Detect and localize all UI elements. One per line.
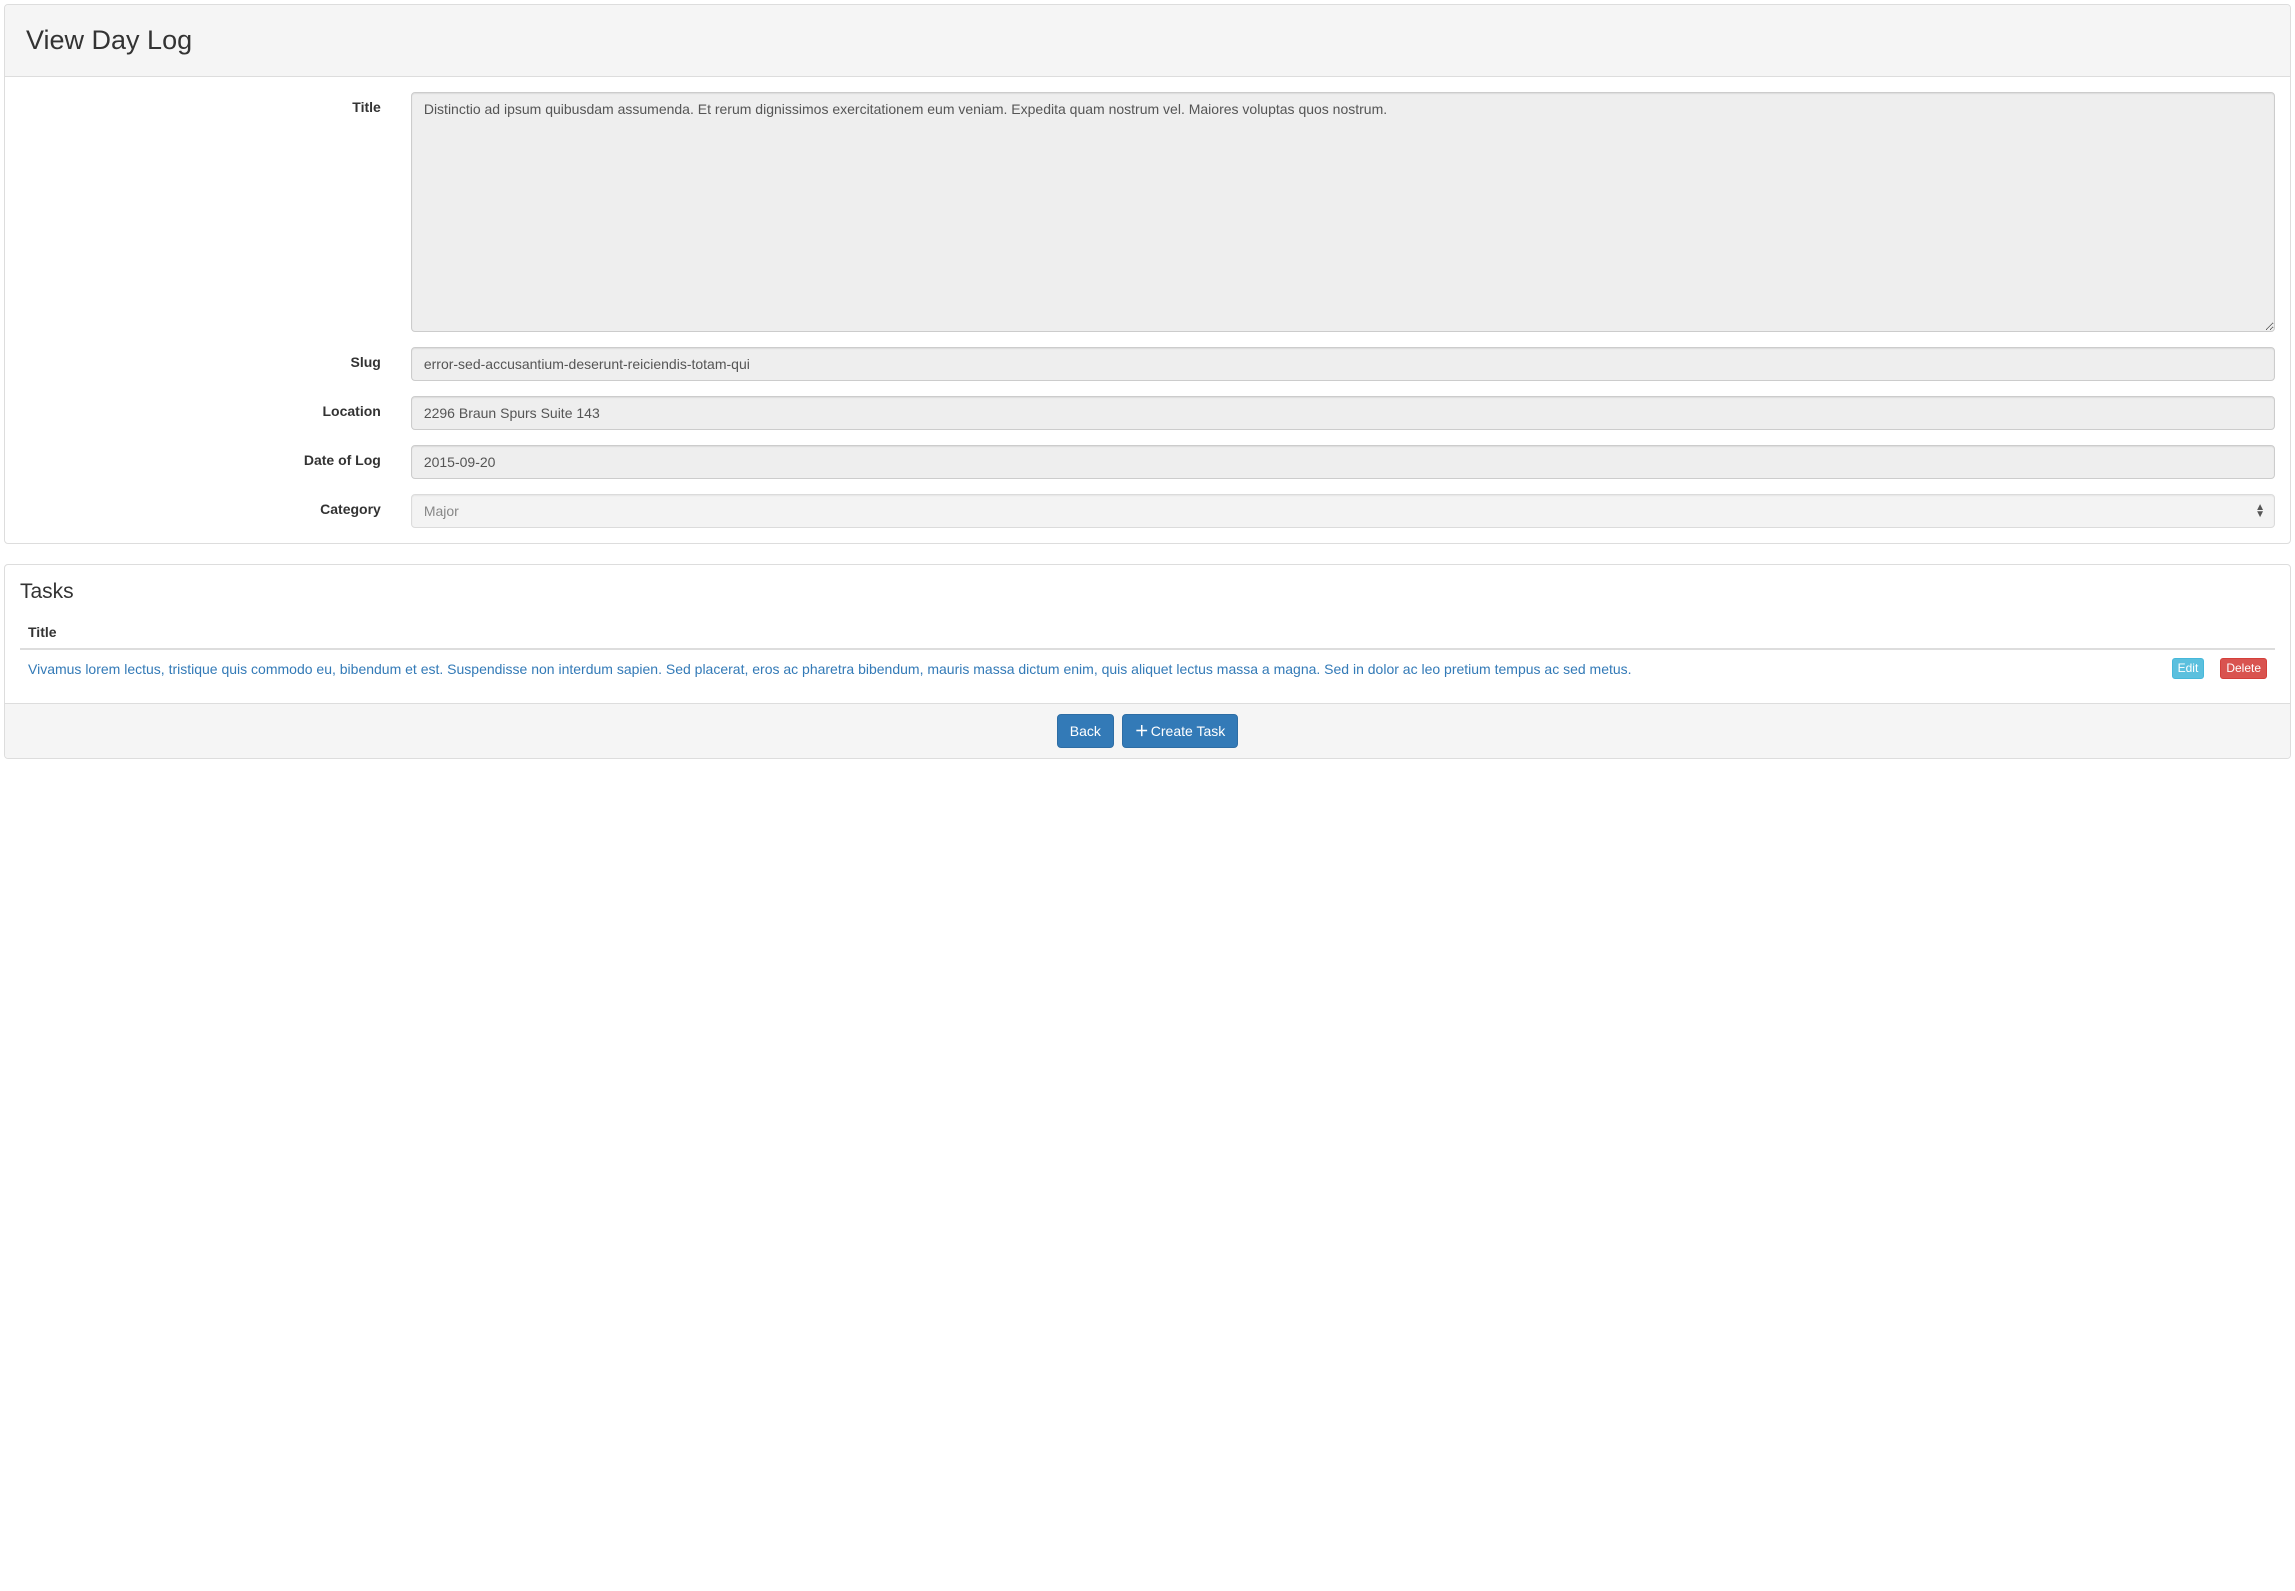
date-field [411, 445, 2275, 479]
page-title: View Day Log [26, 25, 2275, 56]
label-title: Title [20, 92, 396, 332]
tasks-heading: Tasks [20, 580, 2275, 604]
create-task-label: Create Task [1151, 723, 1225, 739]
col-title: Title [20, 616, 2164, 649]
label-slug: Slug [20, 347, 396, 381]
table-row: Vivamus lorem lectus, tristique quis com… [20, 649, 2275, 688]
tasks-panel: Tasks Title Vivamus lorem lectus, tristi… [4, 564, 2291, 759]
edit-button[interactable]: Edit [2172, 658, 2205, 679]
delete-button[interactable]: Delete [2220, 658, 2267, 679]
row-title: Title Distinctio ad ipsum quibusdam assu… [20, 92, 2275, 332]
tasks-table: Title Vivamus lorem lectus, tristique qu… [20, 616, 2275, 688]
title-field: Distinctio ad ipsum quibusdam assumenda.… [411, 92, 2275, 332]
form-body: Title Distinctio ad ipsum quibusdam assu… [5, 77, 2290, 543]
panel-heading: View Day Log [5, 5, 2290, 77]
task-title-link[interactable]: Vivamus lorem lectus, tristique quis com… [28, 661, 1632, 677]
category-select: Major [411, 494, 2275, 528]
tasks-footer: Back ＋Create Task [5, 703, 2290, 758]
row-slug: Slug [20, 347, 2275, 381]
row-category: Category Major ▲▼ [20, 494, 2275, 528]
back-button[interactable]: Back [1057, 714, 1114, 748]
view-day-log-panel: View Day Log Title Distinctio ad ipsum q… [4, 4, 2291, 544]
tasks-body: Tasks Title Vivamus lorem lectus, tristi… [5, 565, 2290, 703]
location-field [411, 396, 2275, 430]
label-date: Date of Log [20, 445, 396, 479]
plus-icon: ＋ [1135, 721, 1149, 741]
label-location: Location [20, 396, 396, 430]
slug-field [411, 347, 2275, 381]
label-category: Category [20, 494, 396, 528]
row-date: Date of Log [20, 445, 2275, 479]
row-location: Location [20, 396, 2275, 430]
create-task-button[interactable]: ＋Create Task [1122, 714, 1238, 748]
